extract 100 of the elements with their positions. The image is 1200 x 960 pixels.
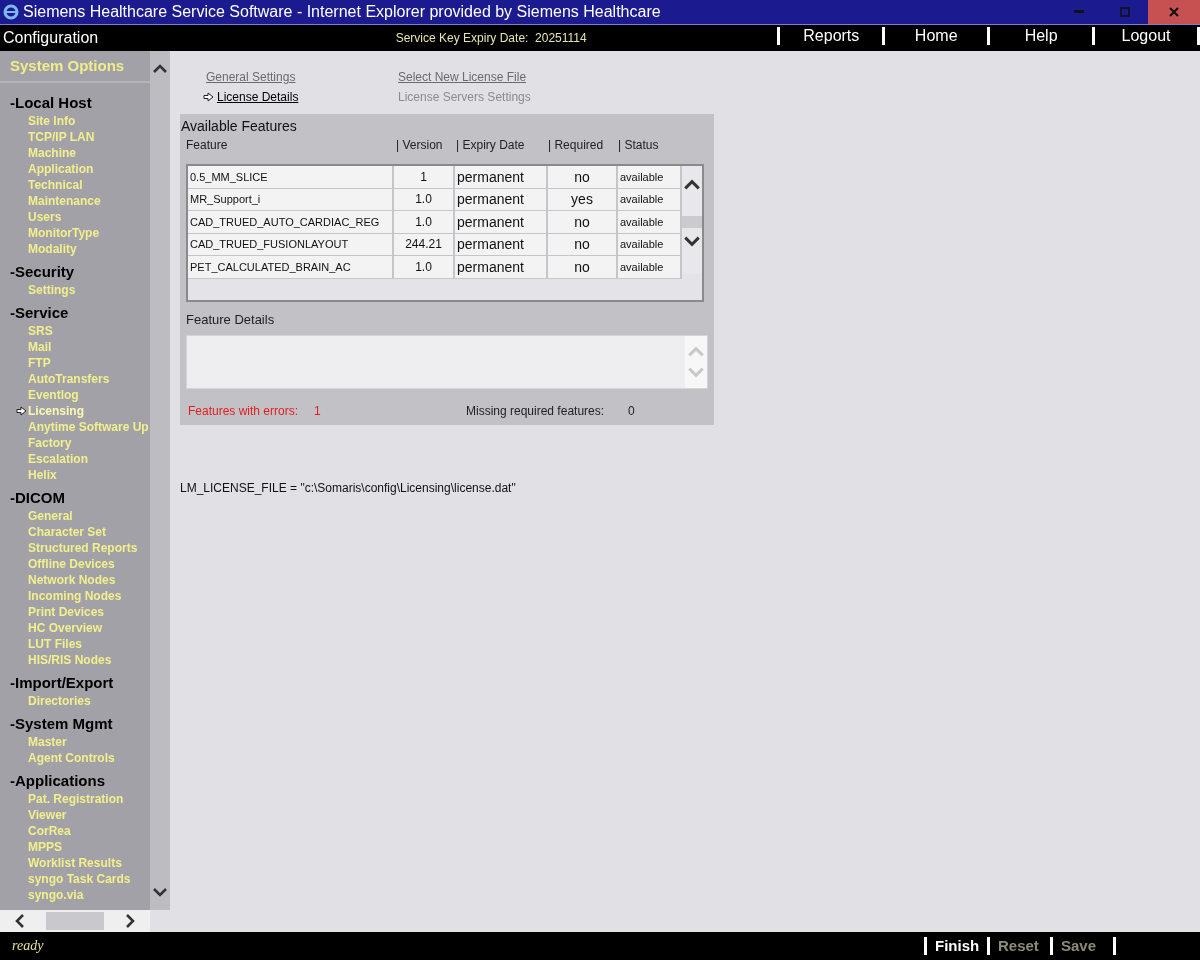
column-header: | Expiry Date [456, 138, 526, 154]
sidebar-group[interactable]: -System Mgmt [0, 714, 150, 734]
sidebar-item[interactable]: Site Info [0, 113, 150, 129]
sidebar-item[interactable]: syngo Task Cards [0, 871, 150, 887]
sidebar-item[interactable]: SRS [0, 323, 150, 339]
column-header: | Status [618, 138, 660, 154]
sidebar-item[interactable]: MonitorType [0, 225, 150, 241]
sidebar-group[interactable]: -Local Host [0, 93, 150, 113]
sidebar-group[interactable]: -DICOM [0, 488, 150, 508]
sidebar-item[interactable]: Settings [0, 282, 150, 298]
table-cell: 1 [394, 166, 455, 189]
column-header: | Required [548, 138, 605, 154]
sidebar-item[interactable]: Print Devices [0, 604, 150, 620]
table-cell: 1.0 [394, 256, 455, 279]
sidebar-item[interactable]: Structured Reports [0, 540, 150, 556]
sidebar-item[interactable]: Network Nodes [0, 572, 150, 588]
details-label: Feature Details [186, 312, 276, 327]
table-cell: yes [548, 188, 618, 211]
minimize-icon [1074, 10, 1084, 14]
column-header: Feature [186, 138, 229, 154]
table-cell: no [548, 211, 618, 234]
sidebar-item[interactable]: TCP/IP LAN [0, 129, 150, 145]
sidebar-item[interactable]: Character Set [0, 524, 150, 540]
sidebar-group[interactable]: -Applications [0, 771, 150, 791]
sidebar-item[interactable]: HIS/RIS Nodes [0, 652, 150, 668]
sidebar-item[interactable]: Anytime Software Up [0, 419, 150, 435]
sidebar-item[interactable]: Application [0, 161, 150, 177]
sidebar-group[interactable]: -Import/Export [0, 673, 150, 693]
sidebar-item[interactable]: Viewer [0, 807, 150, 823]
column-header: | Version [396, 138, 444, 154]
sidebar-item[interactable]: FTP [0, 355, 150, 371]
table-cell: permanent [455, 211, 548, 234]
sidebar-group[interactable]: -Service [0, 303, 150, 323]
tab-link[interactable]: License Details [203, 89, 395, 105]
table-cell: 244.21 [394, 233, 455, 256]
table-cell: available [618, 188, 682, 211]
sidebar-item[interactable]: LUT Files [0, 636, 150, 652]
sidebar-item[interactable]: Eventlog [0, 387, 150, 403]
sidebar-item[interactable]: Maintenance [0, 193, 150, 209]
sidebar-item[interactable]: General [0, 508, 150, 524]
table-cell: 1.0 [394, 211, 455, 234]
table-cell: 1.0 [394, 188, 455, 211]
missing-label: Missing required features: [466, 404, 606, 418]
sidebar-item[interactable]: Worklist Results [0, 855, 150, 871]
errors-count: 1 [314, 404, 322, 418]
scrollbar[interactable] [150, 51, 170, 910]
table-cell: available [618, 233, 682, 256]
missing-count: 0 [628, 404, 636, 418]
sidebar-group[interactable]: -Security [0, 262, 150, 282]
sidebar-item[interactable]: Pat. Registration [0, 791, 150, 807]
table-cell: permanent [455, 233, 548, 256]
panel-title: Available Features [181, 118, 298, 134]
sidebar-item[interactable]: Modality [0, 241, 150, 257]
sidebar-item[interactable]: Factory [0, 435, 150, 451]
expiry-date: Service Key Expiry Date: 20251114 [395, 31, 588, 45]
table-cell: permanent [455, 256, 548, 279]
sidebar-item[interactable]: Master [0, 734, 150, 750]
table-scrollbar[interactable] [682, 166, 702, 274]
sidebar-item[interactable]: MPPS [0, 839, 150, 855]
sidebar-item[interactable]: syngo.via [0, 887, 150, 903]
table-cell: no [548, 233, 618, 256]
errors-label: Features with errors: [188, 404, 300, 418]
tab-link[interactable]: Select New License File [395, 69, 595, 85]
table-cell: no [548, 256, 618, 279]
sidebar-item[interactable]: AutoTransfers [0, 371, 150, 387]
window-title: Siemens Healthcare Service Software - Internet Explorer provided by Siemens Healthcare [23, 3, 662, 21]
nav-link[interactable]: Home [882, 27, 988, 45]
nav-link[interactable]: Help [987, 27, 1093, 45]
sidebar-item[interactable]: HC Overview [0, 620, 150, 636]
license-file-path: LM_LICENSE_FILE = "c:\Somaris\config\Licensing\license.dat" [180, 481, 517, 495]
table-cell: CAD_TRUED_FUSIONLAYOUT [188, 233, 394, 256]
sidebar-item[interactable]: Helix [0, 467, 150, 483]
table-cell: no [548, 166, 618, 189]
sidebar-item[interactable]: Directories [0, 693, 150, 709]
sidebar-item[interactable]: Escalation [0, 451, 150, 467]
sidebar-item[interactable]: Agent Controls [0, 750, 150, 766]
sidebar-item[interactable]: Licensing [0, 403, 150, 419]
page-title: Configuration [3, 29, 100, 47]
table-cell: 0.5_MM_SLICE [188, 166, 394, 189]
sidebar-item[interactable]: Technical [0, 177, 150, 193]
horizontal-scrollbar[interactable] [0, 910, 150, 932]
close-button[interactable] [1148, 0, 1200, 24]
sidebar-item[interactable]: Offline Devices [0, 556, 150, 572]
sidebar-item[interactable]: Incoming Nodes [0, 588, 150, 604]
arrow-icon [203, 92, 214, 102]
table-cell: PET_CALCULATED_BRAIN_AC [188, 256, 394, 279]
sidebar-item[interactable]: Machine [0, 145, 150, 161]
sidebar-item[interactable]: Mail [0, 339, 150, 355]
close-icon [1169, 7, 1179, 17]
table-cell: permanent [455, 188, 548, 211]
table-cell: MR_Support_i [188, 188, 394, 211]
nav-link[interactable]: Reports [777, 27, 883, 45]
table-cell: CAD_TRUED_AUTO_CARDIAC_REG [188, 211, 394, 234]
arrow-icon [16, 406, 27, 416]
sidebar-item[interactable]: CorRea [0, 823, 150, 839]
table-cell: permanent [455, 166, 548, 189]
footer-button[interactable]: Finish [924, 937, 987, 955]
tab-link[interactable]: General Settings [203, 69, 395, 85]
sidebar-item[interactable]: Users [0, 209, 150, 225]
scroll-thumb[interactable] [682, 216, 702, 228]
